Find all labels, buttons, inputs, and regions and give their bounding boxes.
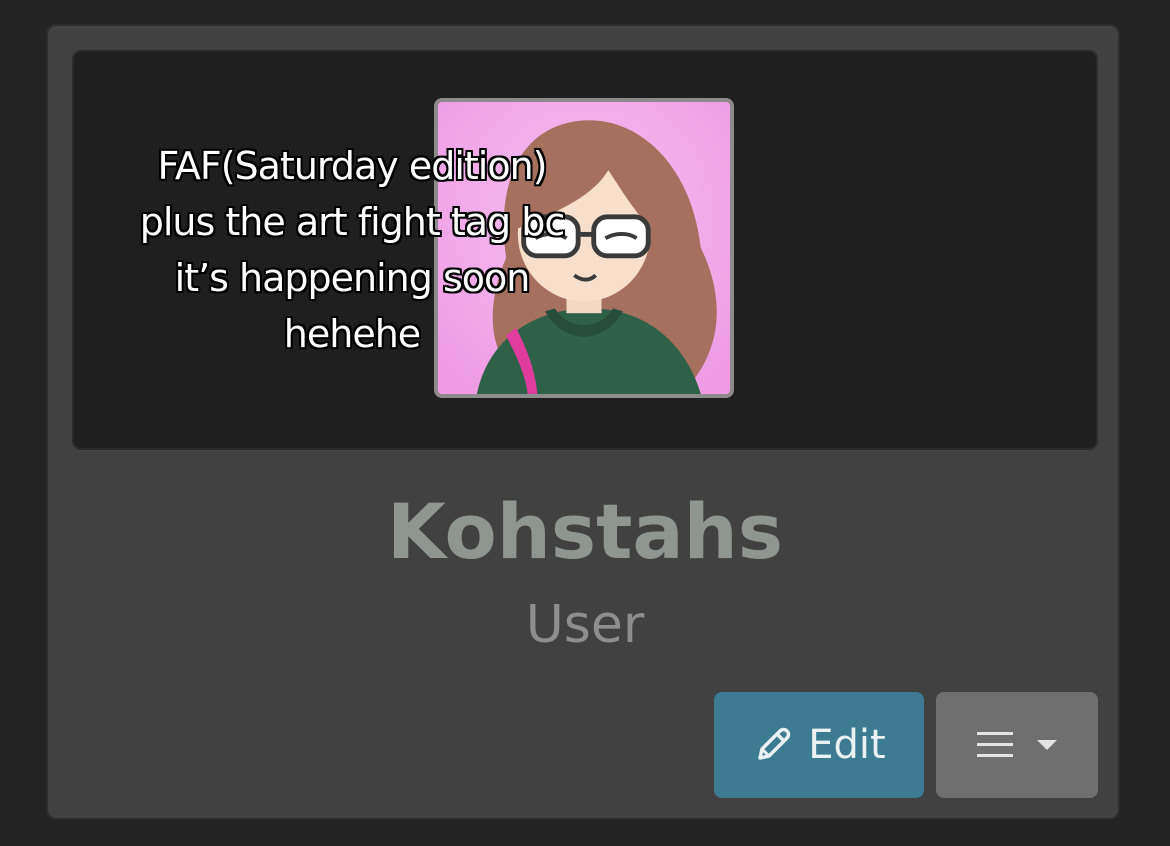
- pencil-icon: [752, 724, 794, 766]
- edit-button[interactable]: Edit: [714, 692, 924, 798]
- overlay-caption: FAF(Saturday edition) plus the art fight…: [102, 138, 602, 362]
- caret-down-icon: [1035, 738, 1059, 752]
- hamburger-menu-icon: [975, 729, 1015, 761]
- caption-line: hehehe: [283, 312, 421, 356]
- profile-card: FAF(Saturday edition) plus the art fight…: [46, 24, 1120, 820]
- edit-button-label: Edit: [808, 722, 886, 768]
- caption-line: it’s happening soon: [174, 256, 531, 300]
- more-options-dropdown-button[interactable]: [936, 692, 1098, 798]
- caption-line: plus the art fight tag bc: [139, 200, 566, 244]
- caption-line: FAF(Saturday edition): [157, 144, 547, 188]
- profile-role: User: [525, 595, 645, 655]
- profile-username: Kohstahs: [386, 487, 784, 576]
